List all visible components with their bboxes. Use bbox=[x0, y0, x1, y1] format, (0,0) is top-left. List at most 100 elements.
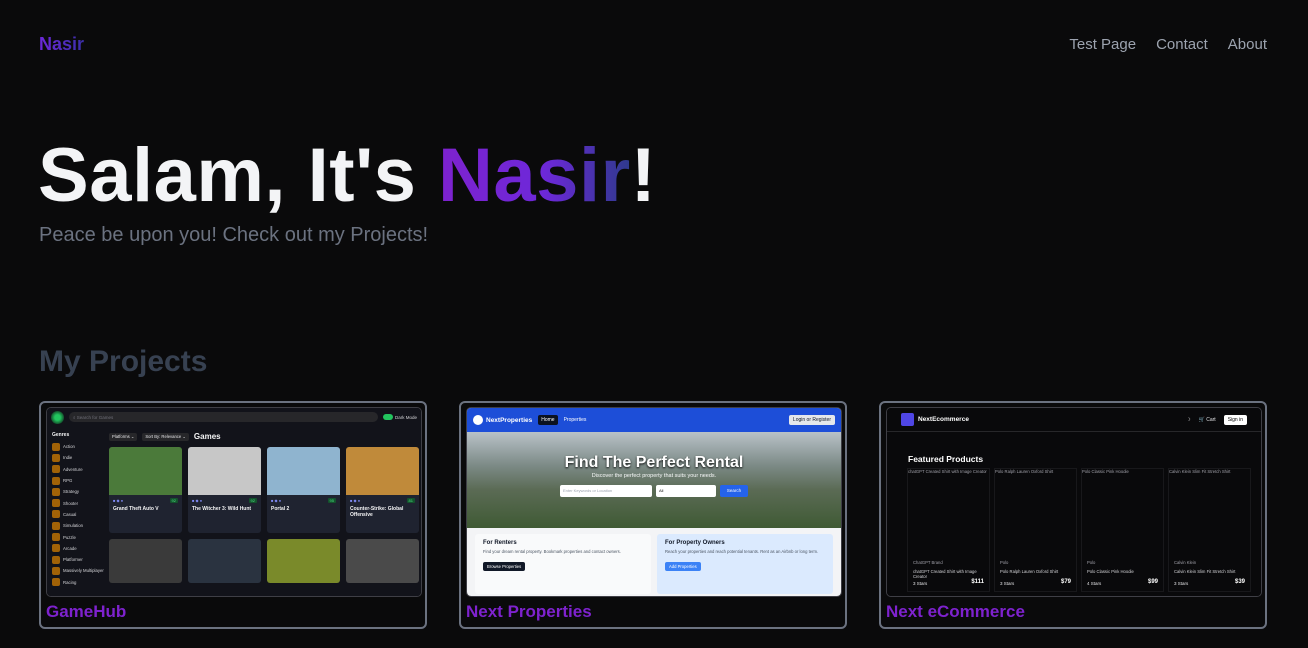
toggle-switch-icon bbox=[382, 414, 393, 420]
gamehub-genre-label: Shooter bbox=[63, 500, 79, 506]
genre-thumb-icon bbox=[52, 499, 60, 508]
nextecom-sign-in: Sign in bbox=[1223, 414, 1247, 425]
gamehub-game-card bbox=[109, 539, 182, 583]
game-cover-image bbox=[188, 539, 261, 583]
platform-icons: ■ ◆ ● bbox=[271, 498, 282, 503]
product-rating: 3 Stars bbox=[1174, 581, 1189, 586]
gamehub-genre-item: Strategy bbox=[52, 486, 107, 497]
nextprops-search: Enter Keywords or Location All Search bbox=[467, 485, 841, 497]
gamehub-topbar: ⌕ Search for Games Dark Mode bbox=[47, 408, 421, 426]
genre-thumb-icon bbox=[52, 578, 60, 587]
gamehub-platform-label: Platforms bbox=[112, 434, 130, 439]
brand-link[interactable]: Nasir bbox=[39, 34, 84, 55]
hero-title-name: Nasir bbox=[438, 133, 631, 218]
nextprops-renters-text: Find your dream rental property. Bookmar… bbox=[483, 549, 621, 554]
genre-thumb-icon bbox=[52, 476, 60, 485]
gamehub-game-card: ■ ◆ ● 92 The Witcher 3: Wild Hunt bbox=[188, 447, 261, 533]
game-card-icons: ■ ◆ ● 81 bbox=[350, 498, 415, 503]
gamehub-genre-item: Simulation bbox=[52, 520, 107, 531]
product-rating: 4 Stars bbox=[1087, 581, 1102, 586]
nextecom-cart: 🛒 Cart bbox=[1198, 416, 1216, 423]
product-price: $99 bbox=[1147, 579, 1158, 585]
genre-thumb-icon bbox=[52, 555, 60, 564]
product-image-alt: Calvin Klein Slim Fit Stretch Shirt bbox=[1169, 469, 1231, 474]
hero-subtitle: Peace be upon you! Check out my Projects… bbox=[39, 224, 429, 246]
gamehub-game-card: ■ ◆ ● 92 Grand Theft Auto V bbox=[109, 447, 182, 533]
gamehub-genre-item: Action bbox=[52, 441, 107, 452]
project-card-next-properties[interactable]: NextProperties Home Properties Login or … bbox=[459, 401, 847, 629]
gamehub-genre-item: Arcade bbox=[52, 543, 107, 554]
gamehub-genre-item: Casual bbox=[52, 509, 107, 520]
genre-thumb-icon bbox=[52, 544, 60, 553]
shop-icon bbox=[901, 413, 914, 426]
nextprops-login: Login or Register bbox=[788, 415, 835, 425]
platform-icons: ■ ◆ ● bbox=[350, 498, 361, 503]
nextprops-logo: NextProperties bbox=[473, 415, 532, 425]
nextprops-renters-title: For Renters bbox=[483, 540, 517, 546]
nextprops-hero-title: Find The Perfect Rental bbox=[564, 454, 744, 471]
gamehub-platform-filter: Platforms ⌄ bbox=[109, 432, 138, 441]
game-score-badge: 95 bbox=[327, 498, 336, 503]
project-card-next-ecommerce[interactable]: NextEcommerce ☽ 🛒 Cart Sign in Featured … bbox=[879, 401, 1267, 629]
gamehub-genre-label: Platformer bbox=[63, 557, 83, 563]
gamehub-genre-item: Platformer bbox=[52, 554, 107, 565]
gamehub-game-card: ■ ◆ ● 95 Portal 2 bbox=[267, 447, 340, 533]
nextprops-search-input: Enter Keywords or Location bbox=[560, 485, 652, 497]
genre-thumb-icon bbox=[52, 566, 60, 575]
gamehub-genre-item: RPG bbox=[52, 475, 107, 486]
nextprops-search-button: Search bbox=[720, 485, 748, 497]
project-cards: ⌕ Search for Games Dark Mode Genres Acti… bbox=[39, 401, 1267, 629]
gamehub-game-card bbox=[346, 539, 419, 583]
game-title: Portal 2 bbox=[271, 506, 290, 512]
nextecom-product-card: Polo Ralph Lauren Oxford Shirt Polo Polo R… bbox=[994, 468, 1077, 592]
game-cover-image bbox=[267, 447, 340, 495]
gamehub-genre-label: Massively Multiplayer bbox=[63, 568, 104, 574]
nextecom-product-card: Calvin Klein Slim Fit Stretch Shirt Calvi… bbox=[1168, 468, 1251, 592]
product-name: Calvin Klein Slim Fit Stretch Shirt bbox=[1174, 569, 1236, 574]
nextprops-preview: NextProperties Home Properties Login or … bbox=[467, 408, 841, 596]
gamehub-genre-label: Arcade bbox=[63, 545, 77, 551]
game-card-meta: ■ ◆ ● 81 Counter-Strike: Global Offensive bbox=[346, 495, 419, 521]
gamehub-genre-item: Shooter bbox=[52, 497, 107, 508]
gamehub-genre-label: Racing bbox=[63, 579, 77, 585]
product-image-alt: chatGPT Created Shirt with Image Creator bbox=[908, 469, 987, 474]
genre-thumb-icon bbox=[52, 442, 60, 451]
gamehub-main: Platforms ⌄ Sort By: Relevance ⌄ Games ■… bbox=[109, 432, 419, 583]
nextecom-brand: NextEcommerce bbox=[918, 416, 969, 423]
nav-link-contact[interactable]: Contact bbox=[1156, 36, 1208, 53]
game-score-badge: 81 bbox=[406, 498, 415, 503]
gamehub-genre-item: Racing bbox=[52, 577, 107, 588]
nav-link-about[interactable]: About bbox=[1228, 36, 1267, 53]
game-card-icons: ■ ◆ ● 92 bbox=[192, 498, 257, 503]
product-brand: ChatGPT Brand bbox=[913, 560, 943, 565]
moon-icon: ☽ bbox=[1186, 416, 1191, 423]
nextecom-cart-label: Cart bbox=[1206, 416, 1216, 423]
genre-thumb-icon bbox=[52, 487, 60, 496]
nextprops-info-boxes: For Renters Find your dream rental prope… bbox=[475, 534, 833, 594]
project-screenshot-next-properties: NextProperties Home Properties Login or … bbox=[466, 407, 842, 597]
game-title: Grand Theft Auto V bbox=[113, 506, 159, 512]
hero-title-suffix: ! bbox=[630, 133, 657, 218]
product-price: $111 bbox=[971, 579, 984, 585]
nextprops-nav-home: Home bbox=[538, 415, 558, 425]
genre-thumb-icon bbox=[52, 465, 60, 474]
nextprops-browse-button: Browse Properties bbox=[483, 561, 526, 571]
nav-link-test-page[interactable]: Test Page bbox=[1069, 36, 1136, 53]
gamehub-sidebar: Genres Action Indie Adventure RPG Strategy Sh… bbox=[52, 432, 107, 588]
game-cover-image bbox=[267, 539, 340, 583]
gamehub-dark-label: Dark Mode bbox=[394, 414, 417, 420]
product-brand: Polo bbox=[1087, 560, 1096, 565]
game-cover-image bbox=[346, 539, 419, 583]
nextecom-product-card: chatGPT Created Shirt with Image Creator… bbox=[907, 468, 990, 592]
nextecom-logo: NextEcommerce bbox=[901, 413, 969, 426]
gamehub-grid: ■ ◆ ● 92 Grand Theft Auto V ■ ◆ ● 92 The Witc… bbox=[109, 447, 419, 583]
project-card-gamehub[interactable]: ⌕ Search for Games Dark Mode Genres Acti… bbox=[39, 401, 427, 629]
nextprops-add-button: Add Properties bbox=[665, 561, 701, 571]
game-card-meta: ■ ◆ ● 92 Grand Theft Auto V bbox=[109, 495, 182, 515]
project-title-next-properties: Next Properties bbox=[466, 602, 592, 621]
genre-thumb-icon bbox=[52, 453, 60, 462]
nextprops-hero: Find The Perfect Rental Discover the per… bbox=[467, 432, 841, 528]
gamehub-genre-label: RPG bbox=[63, 478, 73, 484]
product-brand: Calvin Klein bbox=[1174, 560, 1197, 565]
product-price: $39 bbox=[1234, 579, 1245, 585]
